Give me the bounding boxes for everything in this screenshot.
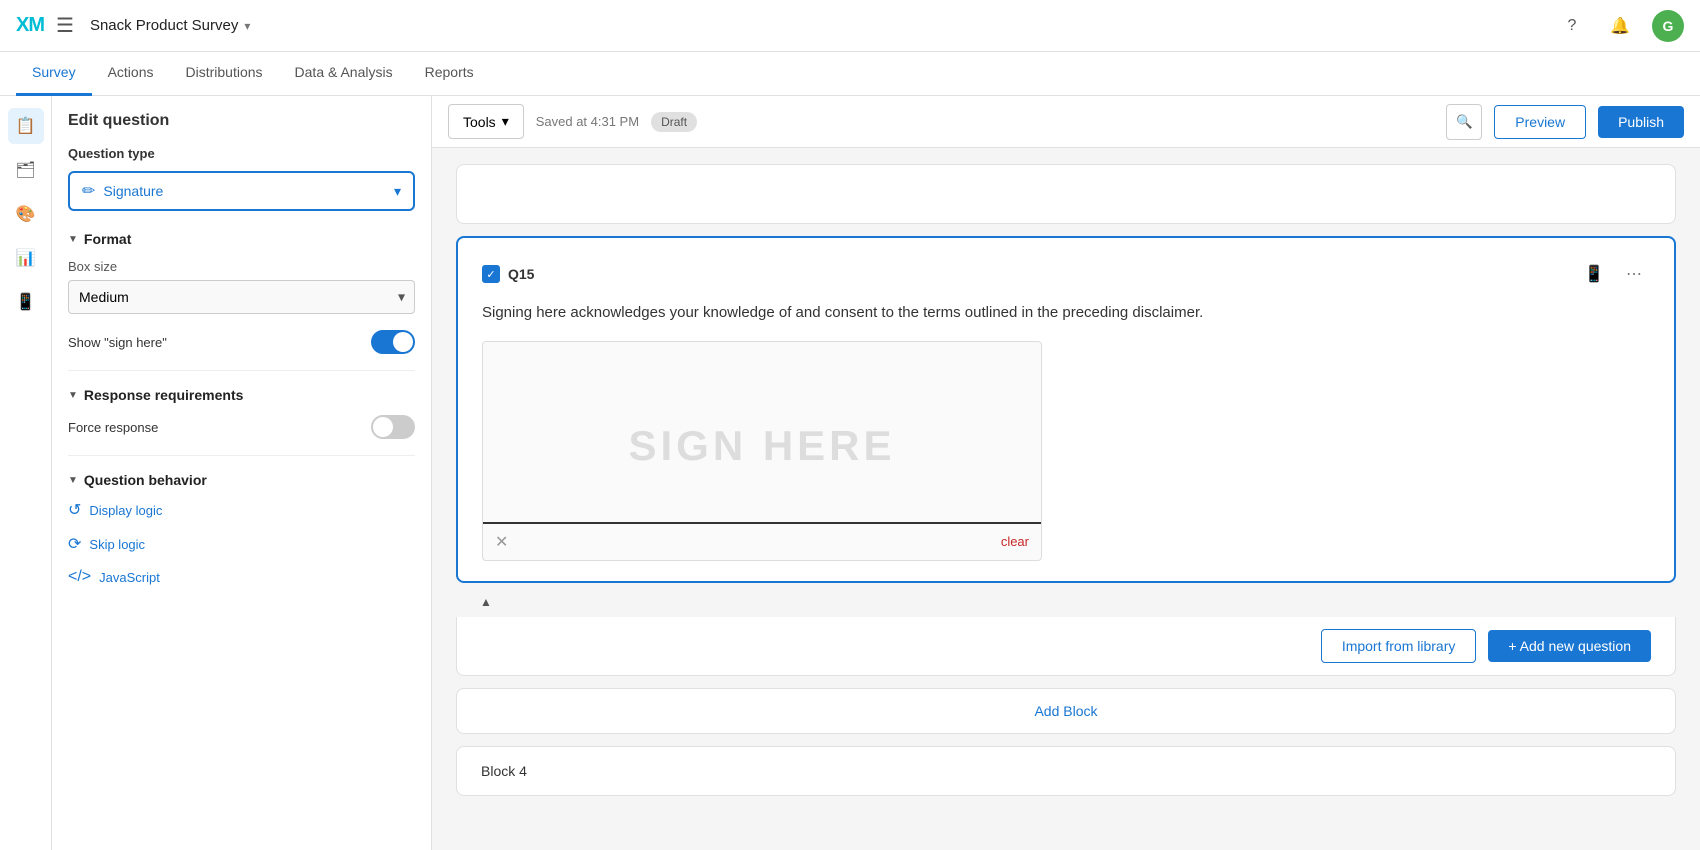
show-sign-here-row: Show "sign here": [68, 330, 415, 354]
show-sign-here-label: Show "sign here": [68, 335, 167, 350]
tools-caret-icon: ▾: [502, 113, 509, 130]
sign-here-text: SIGN HERE: [628, 422, 895, 470]
search-button[interactable]: 🔍: [1446, 104, 1482, 140]
question-type-caret-icon: ▾: [394, 183, 401, 200]
tab-reports[interactable]: Reports: [409, 52, 490, 96]
tab-survey[interactable]: Survey: [16, 52, 92, 96]
display-logic-link[interactable]: ↺ Display logic: [68, 500, 415, 520]
format-section-header[interactable]: ▼ Format: [68, 231, 415, 247]
iconbar-survey[interactable]: 📋: [8, 108, 44, 144]
question-text: Signing here acknowledges your knowledge…: [482, 302, 1650, 325]
format-section-label: Format: [84, 231, 131, 247]
javascript-link[interactable]: </> JavaScript: [68, 568, 415, 586]
question-type-select[interactable]: ✏ Signature ▾: [68, 171, 415, 211]
force-response-label: Force response: [68, 420, 158, 435]
more-options-button[interactable]: ⋯: [1618, 258, 1650, 290]
help-icon[interactable]: ?: [1556, 10, 1588, 42]
saved-text: Saved at 4:31 PM: [536, 114, 639, 129]
prev-question-card: [456, 164, 1676, 224]
show-sign-here-toggle[interactable]: [371, 330, 415, 354]
content-area: Tools ▾ Saved at 4:31 PM Draft 🔍 Preview…: [432, 96, 1700, 850]
tools-label: Tools: [463, 114, 496, 130]
preview-button[interactable]: Preview: [1494, 105, 1586, 139]
response-req-section-label: Response requirements: [84, 387, 244, 403]
user-avatar[interactable]: G: [1652, 10, 1684, 42]
box-size-select[interactable]: Medium Small Large: [68, 280, 415, 314]
draft-badge: Draft: [651, 112, 697, 132]
iconbar-blocks[interactable]: 🗂: [8, 152, 44, 188]
top-nav: XM ☰ Snack Product Survey ▾ ? 🔔 G: [0, 0, 1700, 52]
box-size-wrapper: Medium Small Large: [68, 280, 415, 314]
sub-nav: Survey Actions Distributions Data & Anal…: [0, 52, 1700, 96]
skip-logic-link[interactable]: ⟳ Skip logic: [68, 534, 415, 554]
xm-logo: XM: [16, 14, 44, 37]
add-new-question-button[interactable]: + Add new question: [1488, 630, 1651, 662]
bell-icon[interactable]: 🔔: [1604, 10, 1636, 42]
main-layout: 📋 🗂 🎨 📊 📱 Edit question Question type ✏ …: [0, 96, 1700, 850]
question-behavior-arrow-icon: ▼: [68, 475, 78, 486]
question-type-label: Question type: [68, 146, 415, 161]
tab-data-analysis[interactable]: Data & Analysis: [279, 52, 409, 96]
clear-button[interactable]: clear: [1001, 534, 1029, 549]
signature-x-icon: ✕: [495, 532, 508, 552]
hamburger-icon[interactable]: ☰: [56, 13, 74, 38]
add-block-label: Add Block: [1034, 703, 1097, 719]
toolbar: Tools ▾ Saved at 4:31 PM Draft 🔍 Preview…: [432, 96, 1700, 148]
add-block-row[interactable]: Add Block: [456, 688, 1676, 734]
tools-button[interactable]: Tools ▾: [448, 104, 524, 139]
format-arrow-icon: ▼: [68, 234, 78, 245]
search-icon: 🔍: [1456, 114, 1473, 130]
tab-actions[interactable]: Actions: [92, 52, 170, 96]
mobile-preview-button[interactable]: 📱: [1578, 258, 1610, 290]
question-behavior-section-label: Question behavior: [84, 472, 207, 488]
signature-icon: ✏: [82, 181, 95, 201]
question-checkbox[interactable]: ✓: [482, 265, 500, 283]
publish-button[interactable]: Publish: [1598, 106, 1684, 138]
nav-icons: ? 🔔 G: [1556, 10, 1684, 42]
iconbar-tools[interactable]: 📊: [8, 240, 44, 276]
survey-title[interactable]: Snack Product Survey ▾: [90, 17, 250, 34]
sidebar-title: Edit question: [68, 112, 415, 130]
question-type-value: Signature: [103, 183, 163, 199]
icon-bar: 📋 🗂 🎨 📊 📱: [0, 96, 52, 850]
response-req-section-header[interactable]: ▼ Response requirements: [68, 387, 415, 403]
skip-logic-icon: ⟳: [68, 534, 81, 554]
sidebar: Edit question Question type ✏ Signature …: [52, 96, 432, 850]
import-from-library-button[interactable]: Import from library: [1321, 629, 1477, 663]
iconbar-preview[interactable]: 📱: [8, 284, 44, 320]
question-id: Q15: [508, 266, 1570, 282]
title-caret-icon: ▾: [244, 19, 250, 33]
survey-content: ✓ Q15 📱 ⋯ Signing here acknowledges your…: [432, 148, 1700, 824]
box-size-label: Box size: [68, 259, 415, 274]
javascript-icon: </>: [68, 568, 91, 586]
next-block-card: Block 4: [456, 746, 1676, 796]
question-card: ✓ Q15 📱 ⋯ Signing here acknowledges your…: [456, 236, 1676, 583]
force-response-toggle[interactable]: [371, 415, 415, 439]
tab-distributions[interactable]: Distributions: [170, 52, 279, 96]
next-block-text: Block 4: [481, 763, 527, 779]
iconbar-theme[interactable]: 🎨: [8, 196, 44, 232]
collapse-row: ▲: [456, 595, 1676, 617]
collapse-arrow-icon[interactable]: ▲: [480, 595, 492, 609]
display-logic-icon: ↺: [68, 500, 81, 520]
question-behavior-section-header[interactable]: ▼ Question behavior: [68, 472, 415, 488]
question-footer: Import from library + Add new question: [456, 617, 1676, 676]
response-req-arrow-icon: ▼: [68, 390, 78, 401]
force-response-row: Force response: [68, 415, 415, 439]
signature-box: SIGN HERE ✕ clear: [482, 341, 1042, 561]
